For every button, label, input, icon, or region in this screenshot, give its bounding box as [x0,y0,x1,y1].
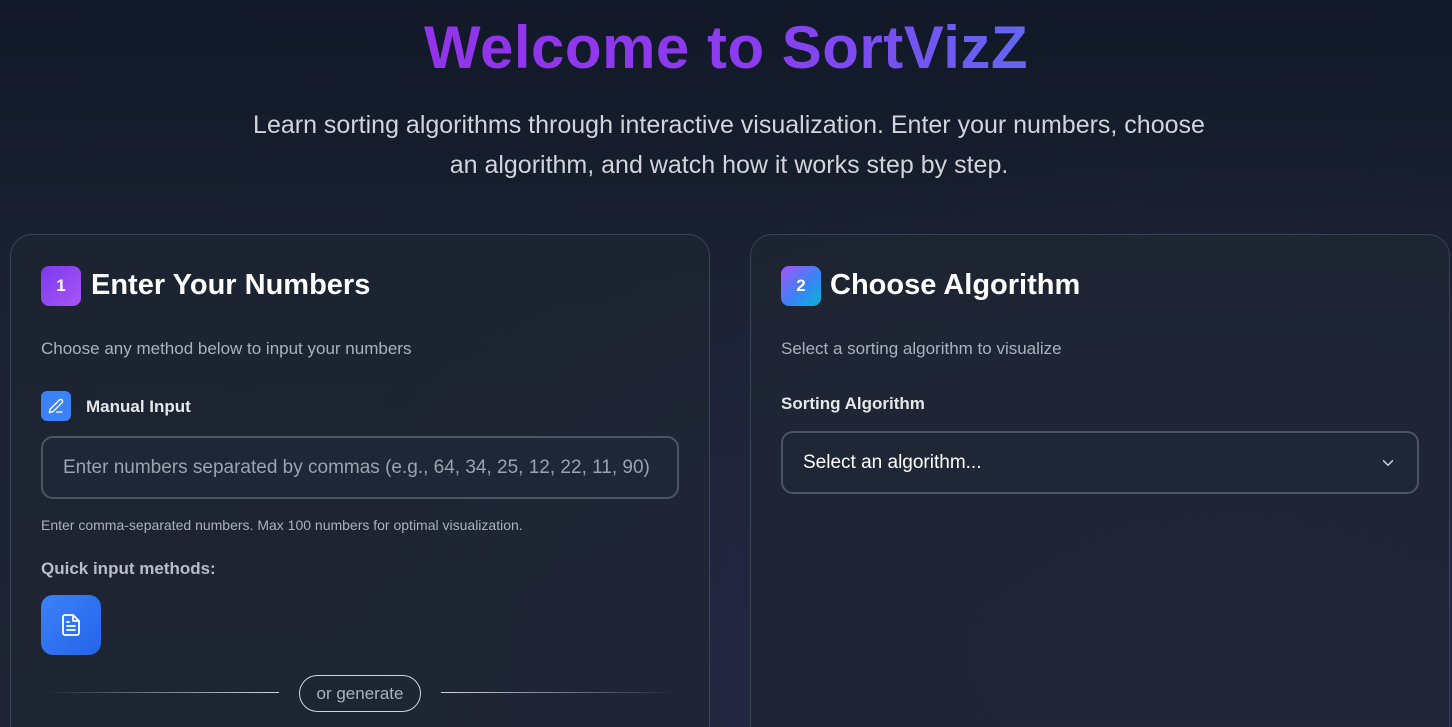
pencil-icon [41,391,71,421]
file-text-icon [59,613,83,637]
numbers-input[interactable] [41,436,679,499]
divider-right [441,692,677,693]
algorithm-select-value: Select an algorithm... [803,451,982,473]
hero-title-text: Welcome to SortVizZ [423,14,1029,81]
step-1-badge: 1 [41,266,81,306]
step-1-description: Choose any method below to input your nu… [41,339,412,358]
input-hint: Enter comma-separated numbers. Max 100 n… [41,517,523,533]
step-1-title: Enter Your Numbers [91,269,371,301]
step-2-badge: 2 [781,266,821,306]
or-generate-label: or generate [299,675,421,712]
algorithm-select[interactable]: Select an algorithm... [781,431,1419,494]
step-2-description: Select a sorting algorithm to visualize [781,339,1062,358]
quick-input-label: Quick input methods: [41,559,216,578]
step-2-card: 2 Choose Algorithm Select a sorting algo… [750,234,1450,727]
divider-left [43,692,279,693]
file-upload-button[interactable] [41,595,101,655]
step-1-card: 1 Enter Your Numbers Choose any method b… [10,234,710,727]
step-2-title: Choose Algorithm [830,269,1081,301]
hero-title: Welcome to SortVizZ [0,12,1452,84]
sorting-algorithm-label: Sorting Algorithm [781,394,925,413]
chevron-down-icon [1379,454,1397,472]
manual-input-label: Manual Input [86,397,191,416]
hero-subtitle: Learn sorting algorithms through interac… [253,111,1205,179]
